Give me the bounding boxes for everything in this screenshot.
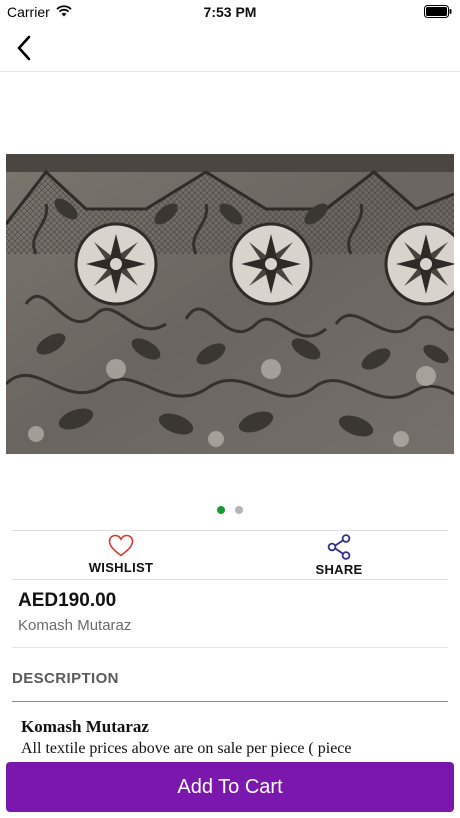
pager-dot[interactable] [235,506,243,514]
status-time: 7:53 PM [203,4,257,20]
pager-dot-active[interactable] [217,506,225,514]
wishlist-button[interactable]: WISHLIST [12,531,230,579]
back-button[interactable] [8,32,40,64]
description-title: Komash Mutaraz [21,717,149,736]
battery-icon [424,5,452,21]
nav-bar [0,24,460,72]
product-name: Komash Mutaraz [18,617,132,634]
chevron-left-icon [17,35,31,61]
description-heading: DESCRIPTION [12,670,119,687]
image-pager [0,506,460,516]
product-image[interactable] [6,154,454,454]
wishlist-label: WISHLIST [88,560,154,575]
add-to-cart-button[interactable]: Add To Cart [6,762,454,812]
share-button[interactable]: SHARE [230,531,448,579]
share-label: SHARE [315,562,363,577]
status-bar: Carrier 7:53 PM [0,0,460,24]
action-row: WISHLIST SHARE [12,530,448,580]
product-price: AED190.00 [18,590,117,611]
divider [12,647,448,648]
description-divider [12,701,448,702]
heart-icon [108,534,134,557]
share-icon [327,534,351,560]
description-body: All textile prices above are on sale per… [21,740,352,757]
